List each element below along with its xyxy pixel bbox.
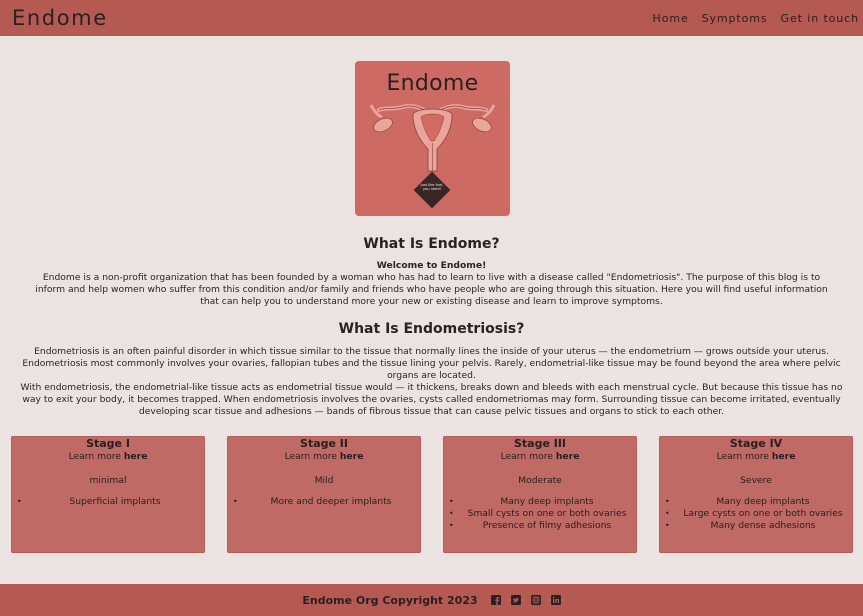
list-item: Many deep implants [665,496,847,508]
about-paragraph: Endome is a non-profit organization that… [35,272,828,308]
learn-more-label: Learn more [500,451,553,462]
stage-learn-more: Learn more here [228,451,420,463]
learn-more-label: Learn more [716,451,769,462]
learn-more-link[interactable]: here [340,451,364,462]
learn-more-link[interactable]: here [124,451,148,462]
stage-learn-more: Learn more here [660,451,852,463]
stage-card: Stage I Learn more here minimal Superfic… [11,436,205,553]
nav-get-in-touch-link[interactable]: Get in touch [781,12,859,25]
logo-title: Endome [386,71,479,96]
learn-more-link[interactable]: here [772,451,796,462]
stage-card: Stage II Learn more here Mild More and d… [227,436,421,553]
list-item: Small cysts on one or both ovaries [449,508,631,520]
stage-learn-more: Learn more here [12,451,204,463]
stage-list: Many deep implants Small cysts on one or… [449,496,631,532]
site-brand[interactable]: Endome [12,6,108,30]
learn-more-link[interactable]: here [556,451,580,462]
site-footer: Endome Org Copyright 2023 [0,584,863,616]
stage-title: Stage III [513,437,567,450]
learn-more-label: Learn more [284,451,337,462]
twitter-icon[interactable] [510,595,521,605]
facebook-icon[interactable] [490,595,501,605]
stage-title: Stage IV [729,437,783,450]
stage-list: Many deep implants Large cysts on one or… [665,496,847,532]
linkedin-icon[interactable] [550,595,561,605]
list-item: Superficial implants [17,496,199,508]
stage-title: Stage I [86,437,130,450]
welcome-text: Welcome to Endome! [376,260,487,271]
nav-symptoms-link[interactable]: Symptoms [702,12,768,25]
learn-more-label: Learn more [68,451,121,462]
list-item: Many dense adhesions [665,520,847,532]
endometriosis-paragraph-2: With endometriosis, the endometrial-like… [20,382,843,418]
stage-list: More and deeper implants [233,496,415,508]
logo-badge-text: Just like fuel, you need! [420,183,444,192]
list-item: Many deep implants [449,496,631,508]
stage-learn-more: Learn more here [444,451,636,463]
list-item: Presence of filmy adhesions [449,520,631,532]
endometriosis-paragraph-1: Endometriosis is an often painful disord… [22,346,841,382]
stage-level: Moderate [518,475,562,486]
list-item: More and deeper implants [233,496,415,508]
stage-level: Mild [314,475,334,486]
endometriosis-heading: What Is Endometriosis? [338,321,525,337]
stage-level: minimal [89,475,127,486]
instagram-icon[interactable] [530,595,541,605]
about-heading: What Is Endome? [363,236,500,252]
endome-logo-card: Endome Just like fuel, you need! [355,61,510,216]
stage-title: Stage II [300,437,348,450]
nav-home-link[interactable]: Home [653,12,689,25]
main-nav: Home Symptoms Get in touch [653,12,859,25]
stage-card: Stage III Learn more here Moderate Many … [443,436,637,553]
copyright-text: Endome Org Copyright 2023 [302,593,478,607]
site-header: Endome Home Symptoms Get in touch [0,0,863,36]
stage-card: Stage IV Learn more here Severe Many dee… [659,436,853,553]
stage-list: Superficial implants [17,496,199,508]
stage-level: Severe [740,475,772,486]
list-item: Large cysts on one or both ovaries [665,508,847,520]
